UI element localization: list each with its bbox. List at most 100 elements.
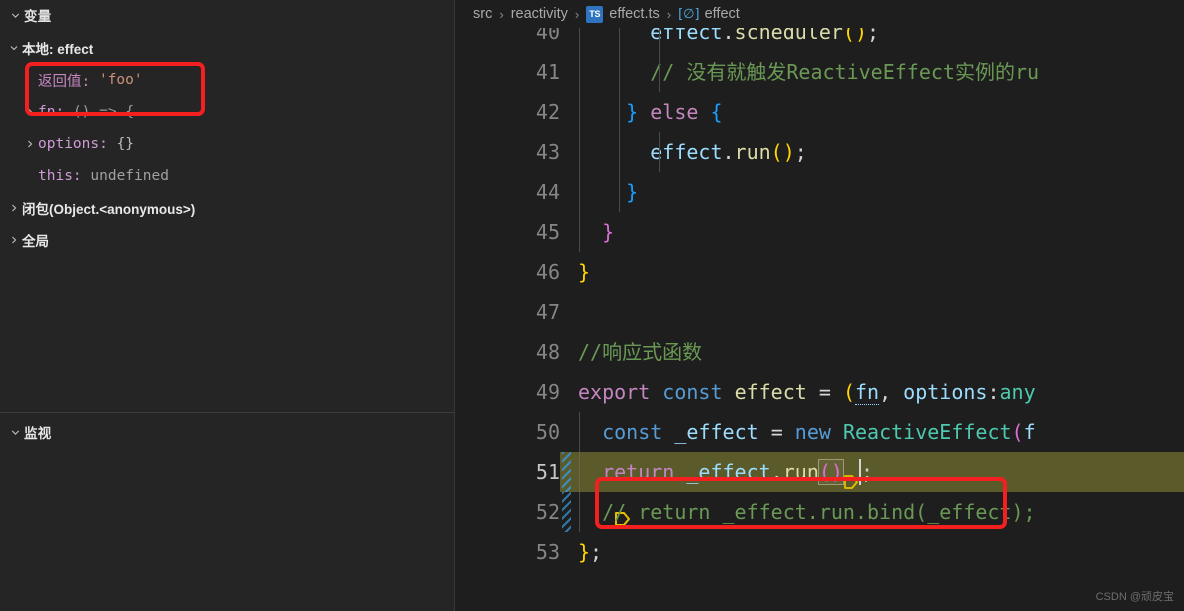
chevron-down-icon[interactable]: [6, 6, 24, 24]
line-number: 52: [535, 500, 560, 524]
debug-sidebar: 变量 本地: effect 返回值: 'foo' fn: () => {opt…: [0, 0, 455, 611]
breadcrumb-item-src[interactable]: src: [473, 6, 492, 22]
csdn-watermark: CSDN @顽皮宝: [1095, 591, 1174, 603]
line-number: 45: [535, 220, 560, 244]
code-line-51-active[interactable]: 51 return _effect.run();: [455, 452, 1184, 526]
code-line-42[interactable]: 42 } else {: [455, 92, 1184, 132]
line-gutter: 40: [455, 28, 560, 52]
line-content: // return _effect.run.bind(_effect);: [602, 500, 1036, 524]
line-number: 51: [535, 460, 560, 484]
breadcrumb-file-label: effect.ts: [609, 6, 660, 22]
breadcrumb-separator: ›: [499, 6, 504, 22]
line-number: 44: [535, 180, 560, 204]
tree-item-fn[interactable]: fn: () => {: [0, 96, 455, 128]
breadcrumb-symbol-label: effect: [704, 6, 740, 22]
code-line-41[interactable]: 41 // 没有就触发ReactiveEffect实例的ru: [455, 52, 1184, 92]
line-content: const _effect = new ReactiveEffect(f: [602, 420, 1036, 444]
line-number: 41: [535, 60, 560, 84]
line-content: return _effect.run();: [560, 452, 1184, 492]
debug-line-stripes: [562, 452, 571, 492]
line-number: 47: [535, 300, 560, 324]
variables-section-header[interactable]: 变量: [0, 0, 455, 30]
breadcrumb-separator: ›: [666, 6, 672, 22]
watch-section-header[interactable]: 监视: [0, 413, 455, 451]
breadcrumb-item-symbol[interactable]: [∅] effect: [678, 6, 740, 22]
variable-value: 'foo': [98, 72, 143, 88]
line-content: effect.scheduler();: [650, 28, 880, 44]
line-number: 53: [535, 540, 560, 564]
tree-item-return-value[interactable]: 返回值: 'foo': [0, 64, 455, 96]
code-line-45[interactable]: 45 }: [455, 212, 1184, 252]
text-cursor: [858, 458, 861, 485]
code-line-52[interactable]: 52 // return _effect.run.bind(_effect);: [455, 492, 1184, 532]
comment-token: //响应式函数: [578, 340, 703, 364]
breadcrumb-item-file[interactable]: TS effect.ts: [586, 5, 660, 23]
line-gutter: 43: [455, 132, 560, 172]
line-content: // 没有就触发ReactiveEffect实例的ru: [650, 60, 1040, 84]
code-lines[interactable]: effect.scheduler) { 40 effect.scheduler(…: [455, 28, 1184, 611]
line-number: 50: [535, 420, 560, 444]
variable-name: fn:: [38, 104, 65, 120]
tree-item-label: 全局: [22, 234, 49, 249]
tree-item-this[interactable]: this: undefined: [0, 160, 455, 192]
ts-file-icon: TS: [586, 5, 604, 23]
debug-step-arrow-icon[interactable]: [467, 462, 630, 526]
chevron-right-icon[interactable]: [22, 106, 38, 118]
debug-line-stripes: [562, 492, 571, 532]
code-line-53[interactable]: 53 };: [455, 532, 1184, 572]
code-line-49[interactable]: 49 export const effect = (fn, options:an…: [455, 372, 1184, 412]
line-gutter: 46: [455, 252, 560, 292]
variable-name: this:: [38, 168, 82, 184]
vscode-debug-window: 变量 本地: effect 返回值: 'foo' fn: () => {opt…: [0, 0, 1184, 611]
watch-section-title: 监视: [24, 426, 52, 441]
code-line-44[interactable]: 44 }: [455, 172, 1184, 212]
line-number: 40: [535, 28, 560, 44]
tree-item-closure-scope[interactable]: 闭包(Object.<anonymous>): [0, 192, 455, 224]
tree-item-options[interactable]: options: {}: [0, 128, 455, 160]
chevron-right-icon[interactable]: [6, 202, 22, 214]
line-gutter: 52: [455, 492, 560, 532]
line-number: 46: [535, 260, 560, 284]
variable-name: options:: [38, 136, 108, 152]
variable-value: () => {: [72, 104, 135, 120]
chevron-down-icon[interactable]: [6, 423, 24, 441]
chevron-right-icon[interactable]: [22, 138, 38, 150]
code-line-48[interactable]: 48 //响应式函数: [455, 332, 1184, 372]
code-line-43[interactable]: 43 effect.run();: [455, 132, 1184, 172]
line-content: }: [578, 260, 591, 284]
breadcrumb-item-reactivity[interactable]: reactivity: [511, 6, 568, 22]
variables-tree: 本地: effect 返回值: 'foo' fn: () => {option…: [0, 30, 455, 256]
variable-value: {}: [116, 136, 135, 152]
tree-item-label: 本地: effect: [22, 42, 94, 57]
line-number: 48: [535, 340, 560, 364]
line-gutter: 45: [455, 212, 560, 252]
line-gutter: 53: [455, 532, 560, 572]
variables-panel: 变量 本地: effect 返回值: 'foo' fn: () => {opt…: [0, 0, 455, 412]
line-content: //响应式函数: [560, 332, 1184, 372]
variable-value: undefined: [90, 168, 169, 184]
chevron-down-icon[interactable]: [6, 42, 22, 54]
line-number: 43: [535, 140, 560, 164]
code-line-46[interactable]: 46 }: [455, 252, 1184, 292]
line-gutter: 44: [455, 172, 560, 212]
tree-item-label: 闭包(Object.<anonymous>): [22, 202, 196, 217]
code-line-50[interactable]: 50 const _effect = new ReactiveEffect(f: [455, 412, 1184, 452]
code-line-47[interactable]: 47: [455, 292, 1184, 332]
occurrence-highlight: (): [817, 459, 844, 485]
code-editor: src › reactivity › TS effect.ts › [∅] ef…: [455, 0, 1184, 611]
tree-item-global-scope[interactable]: 全局: [0, 224, 455, 256]
line-gutter[interactable]: 51: [455, 452, 630, 526]
code-line-40[interactable]: 40 effect.scheduler();: [455, 28, 1184, 52]
inline-debug-arrow-icon: [843, 464, 859, 489]
watch-panel: 监视: [0, 413, 455, 611]
line-number: 49: [535, 380, 560, 404]
breadcrumb: src › reactivity › TS effect.ts › [∅] ef…: [455, 0, 1184, 28]
line-content: }: [626, 180, 639, 204]
line-content: }: [602, 220, 615, 244]
chevron-right-icon[interactable]: [6, 234, 22, 246]
line-number: 42: [535, 100, 560, 124]
line-content: export const effect = (fn, options:any: [578, 380, 1036, 405]
line-content: };: [578, 540, 603, 564]
tree-item-local-scope[interactable]: 本地: effect: [0, 32, 455, 64]
line-content: } else {: [626, 100, 723, 124]
